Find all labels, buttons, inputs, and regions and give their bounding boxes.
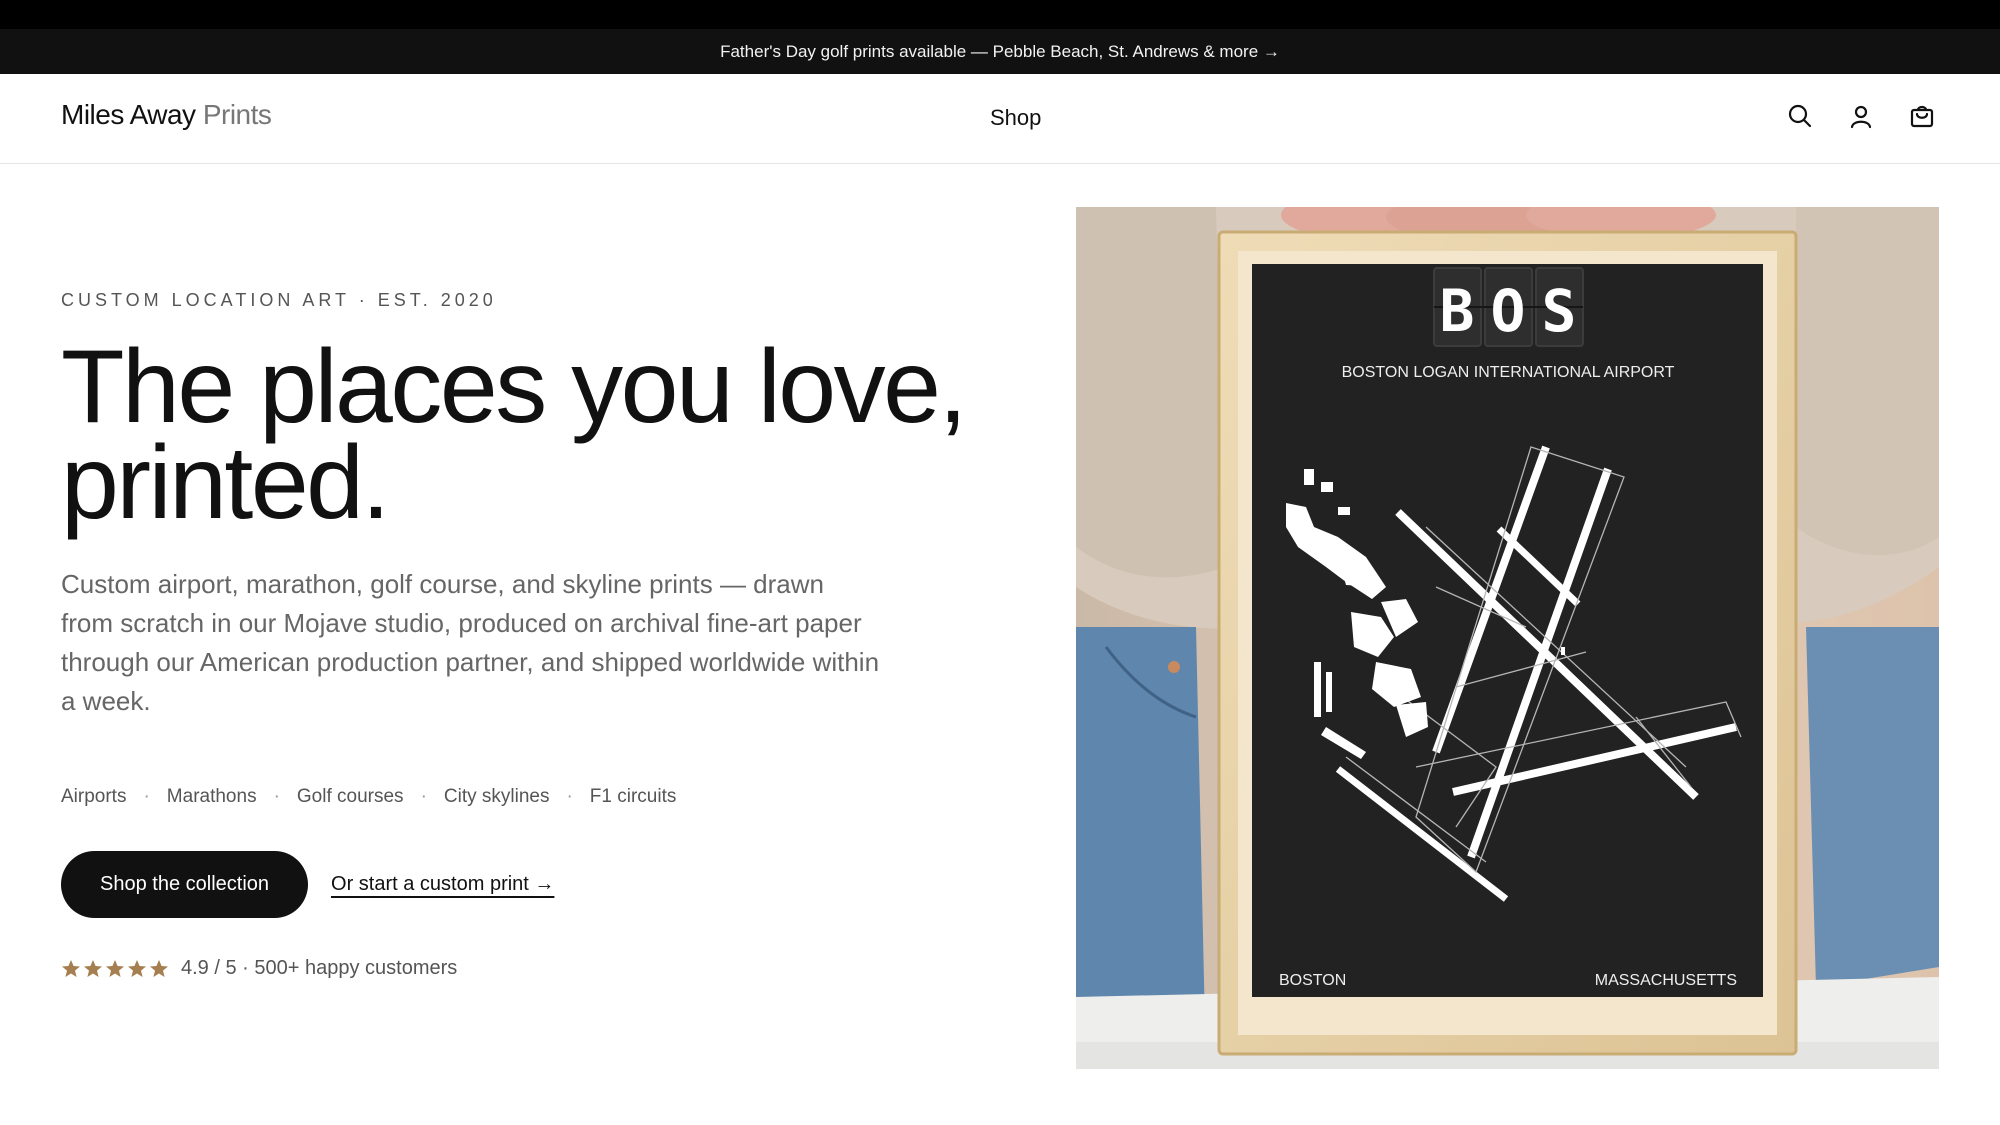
rating-stars: [61, 959, 169, 979]
announcement-bar[interactable]: Father's Day golf prints available — Peb…: [0, 29, 2000, 74]
announcement-text[interactable]: Father's Day golf prints available — Peb…: [720, 42, 1280, 62]
account-icon[interactable]: [1847, 102, 1875, 130]
code-letter-2: O: [1491, 277, 1526, 345]
category-f1-circuits[interactable]: F1 circuits: [590, 786, 677, 808]
separator-dot: ·: [566, 786, 573, 807]
custom-print-link[interactable]: Or start a custom print →: [331, 873, 554, 896]
code-letter-1: B: [1440, 277, 1475, 345]
category-golf-courses[interactable]: Golf courses: [297, 786, 404, 808]
hero-text-block: CUSTOM LOCATION ART · EST. 2020 The plac…: [61, 290, 1021, 721]
star-icon: [62, 959, 80, 977]
header-icons: [1786, 102, 1936, 130]
hero-eyebrow: CUSTOM LOCATION ART · EST. 2020: [61, 290, 497, 310]
poster-title: BOSTON LOGAN INTERNATIONAL AIRPORT: [1342, 364, 1675, 381]
star-icon: [128, 959, 146, 977]
star-icon: [84, 959, 102, 977]
logo-bold: Miles Away: [61, 99, 196, 130]
category-marathons[interactable]: Marathons: [167, 786, 257, 808]
nav-shop-link[interactable]: Shop: [990, 105, 1041, 131]
hero-headline: The places you love, printed.: [61, 335, 1021, 535]
logo-light: Prints: [202, 99, 272, 130]
poster-city: BOSTON: [1279, 972, 1346, 989]
search-icon[interactable]: [1786, 102, 1814, 130]
browser-top-strip: [0, 0, 2000, 29]
code-letter-3: S: [1542, 277, 1577, 345]
separator-dot: ·: [143, 786, 150, 807]
site-header: Miles Away Prints Shop: [0, 74, 2000, 164]
star-icon: [150, 959, 168, 977]
category-city-skylines[interactable]: City skylines: [444, 786, 550, 808]
cta-row: Shop the collection Or start a custom pr…: [61, 851, 554, 918]
rating-text: 4.9 / 5 · 500+ happy customers: [181, 957, 458, 979]
hero-description: Custom airport, marathon, golf course, a…: [61, 569, 880, 716]
star-icon: [106, 959, 124, 977]
rating-row: 4.9 / 5 · 500+ happy customers: [61, 957, 457, 980]
poster-state: MASSACHUSETTS: [1595, 972, 1737, 989]
cart-icon[interactable]: [1908, 102, 1936, 130]
poster-photo: B O S BOSTON LOGAN INTERNATIONAL AIRPORT: [1076, 207, 1939, 1069]
headline-line-2: printed.: [61, 425, 390, 541]
hero-product-image: B O S BOSTON LOGAN INTERNATIONAL AIRPORT: [1076, 207, 1939, 1069]
site-logo[interactable]: Miles Away Prints: [61, 99, 272, 131]
separator-dot: ·: [273, 786, 280, 807]
separator-dot: ·: [420, 786, 427, 807]
category-list: Airports · Marathons · Golf courses · Ci…: [61, 786, 676, 808]
category-airports[interactable]: Airports: [61, 786, 126, 808]
shop-collection-button[interactable]: Shop the collection: [61, 851, 309, 918]
